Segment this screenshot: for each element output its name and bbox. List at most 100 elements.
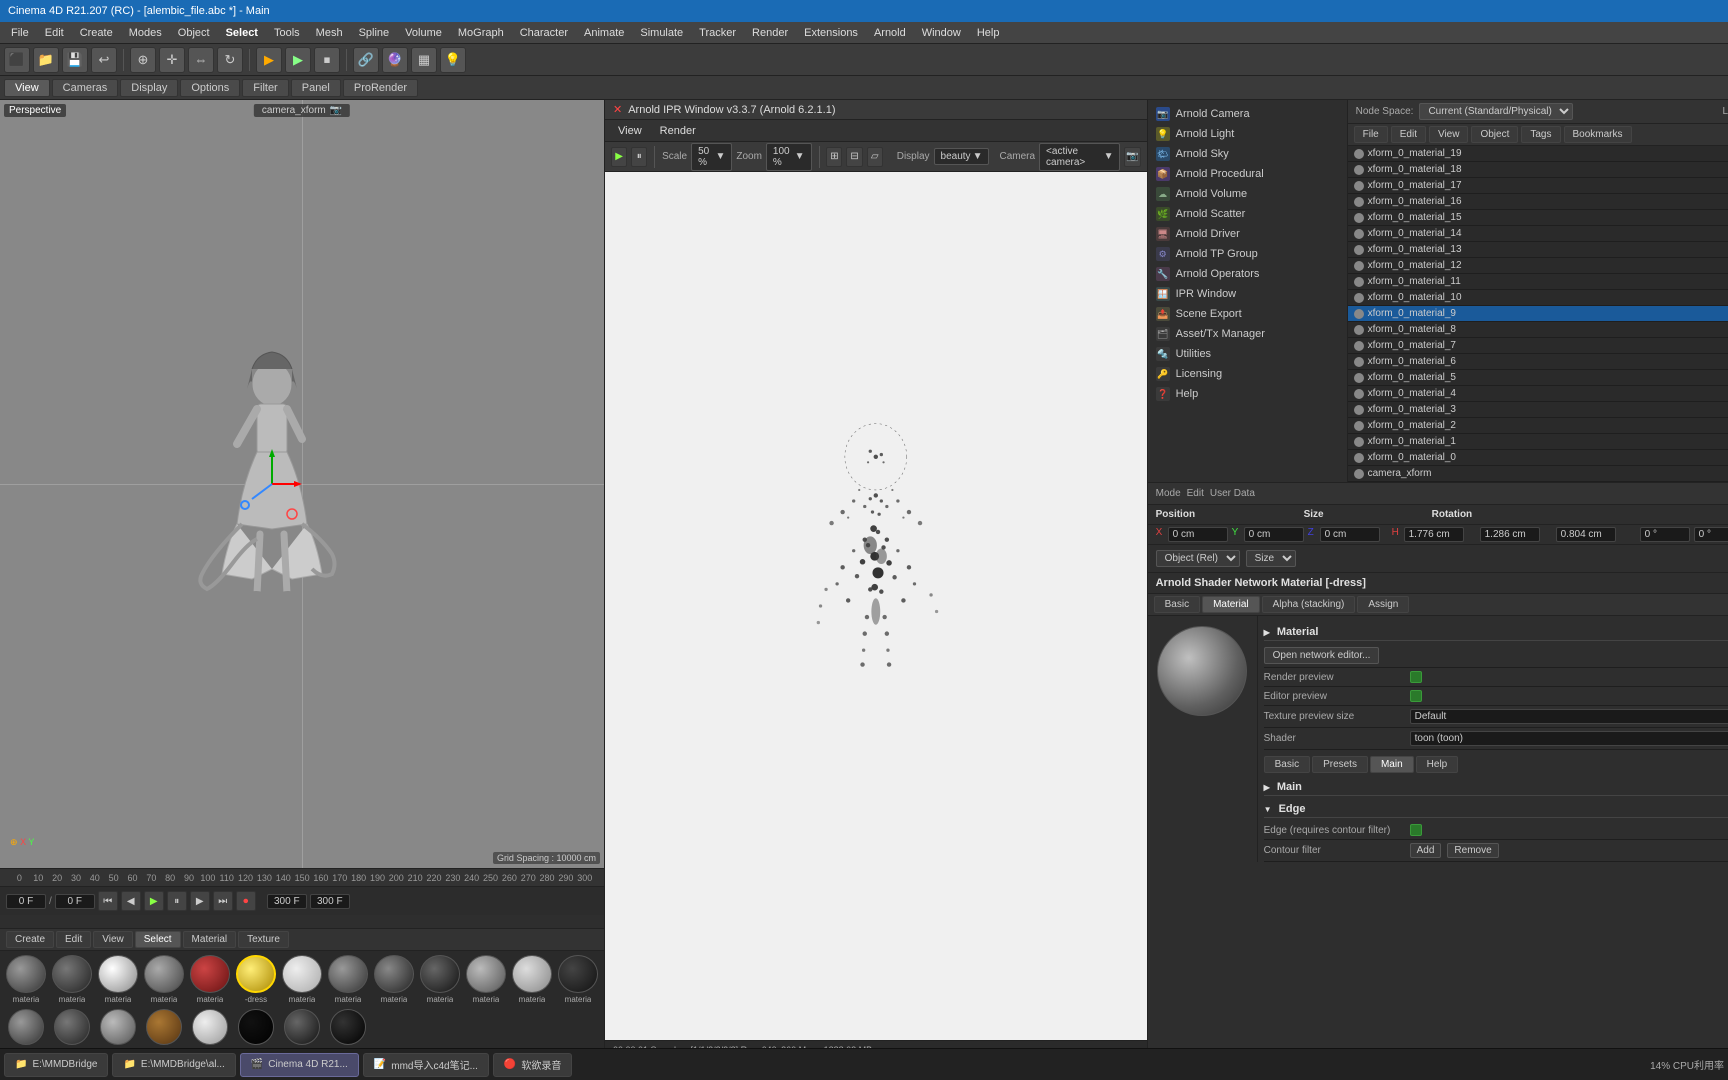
pos-y-value[interactable]: 0 cm [1244, 527, 1304, 542]
next-frame-btn[interactable]: ▶ [190, 891, 210, 911]
main-sub-tab-help[interactable]: Help [1416, 756, 1459, 773]
menu-arnold[interactable]: Arnold [867, 25, 913, 41]
menu-animate[interactable]: Animate [577, 25, 631, 41]
mat-item-10[interactable]: materia [464, 955, 508, 1003]
menu-character[interactable]: Character [513, 25, 575, 41]
mat-list-mat18[interactable]: xform_0_material_18 ✓ ✕ 🔒 [1348, 162, 1728, 178]
tb-grid-btn[interactable]: ▦ [411, 47, 437, 73]
mat-list-mat3[interactable]: xform_0_material_3 ✓ ✕ 🔒 [1348, 402, 1728, 418]
menu-modes[interactable]: Modes [122, 25, 169, 41]
editor-preview-checkbox[interactable] [1410, 690, 1422, 702]
tb-snap-btn[interactable]: 🔗 [353, 47, 379, 73]
mat-list-mat6[interactable]: xform_0_material_6 ✓ ✕ 🔒 [1348, 354, 1728, 370]
mat-list-mat8[interactable]: xform_0_material_8 ✓ ✕ 🔒 [1348, 322, 1728, 338]
tab-filter[interactable]: Filter [242, 79, 288, 97]
menu-render[interactable]: Render [745, 25, 795, 41]
mat-list-mat19[interactable]: xform_0_material_19 ✓ ✕ 🔒 [1348, 146, 1728, 162]
mat-list-mat14[interactable]: xform_0_material_14 ✓ ✕ 🔒 [1348, 226, 1728, 242]
tab-prorender[interactable]: ProRender [343, 79, 418, 97]
ipr-close-btn[interactable]: ✕ [613, 103, 622, 116]
render-preview-checkbox[interactable] [1410, 671, 1422, 683]
current-frame-box[interactable]: 0 F [6, 894, 46, 909]
mat-tab-texture[interactable]: Texture [238, 931, 289, 948]
ipr-display-selector[interactable]: beauty ▼ [934, 148, 990, 165]
ipr-snapshot-btn[interactable]: 📷 [1124, 147, 1140, 167]
menu-file[interactable]: File [4, 25, 36, 41]
mat-item-12[interactable]: materia [556, 955, 600, 1003]
node-tab-tags[interactable]: Tags [1521, 126, 1560, 143]
main-sub-tab-main[interactable]: Main [1370, 756, 1414, 773]
ipr-render-canvas[interactable] [605, 172, 1147, 1040]
mat-tab-view[interactable]: View [93, 931, 133, 948]
arnold-item-tp-group[interactable]: ⚙ Arnold TP Group [1148, 244, 1347, 264]
contour-add-btn[interactable]: Add [1410, 843, 1442, 858]
node-tab-view[interactable]: View [1429, 126, 1469, 143]
mat-tab-create[interactable]: Create [6, 931, 54, 948]
arnold-item-procedural[interactable]: 📦 Arnold Procedural [1148, 164, 1347, 184]
tab-display[interactable]: Display [120, 79, 178, 97]
ipr-compare-btn[interactable]: ▱ [867, 147, 883, 167]
viewport-3d[interactable]: Perspective camera_xform 📷 [0, 100, 604, 868]
tab-panel[interactable]: Panel [291, 79, 341, 97]
material-list[interactable]: xform_0_material_19 ✓ ✕ 🔒 xform_0_materi… [1348, 146, 1728, 482]
main-sub-tab-basic[interactable]: Basic [1264, 756, 1310, 773]
play-btn[interactable]: ▶ [144, 891, 164, 911]
arnold-item-volume[interactable]: ☁ Arnold Volume [1148, 184, 1347, 204]
menu-edit[interactable]: Edit [38, 25, 71, 41]
ipr-fit-btn[interactable]: ⊞ [826, 147, 842, 167]
node-tab-edit[interactable]: Edit [1391, 126, 1426, 143]
task-mmd[interactable]: 📝 mmd导入c4d笔记... [363, 1053, 489, 1077]
prev-frame-btn[interactable]: ◀ [121, 891, 141, 911]
mat-list-mat11[interactable]: xform_0_material_11 ✓ ✕ 🔒 [1348, 274, 1728, 290]
ipr-menu-view[interactable]: View [611, 123, 649, 139]
size-y-value[interactable]: 1.286 cm [1480, 527, 1540, 542]
mat-list-mat15[interactable]: xform_0_material_15 ✓ ✕ 🔒 [1348, 210, 1728, 226]
arnold-item-driver[interactable]: 🖥 Arnold Driver [1148, 224, 1347, 244]
props-tab-assign[interactable]: Assign [1357, 596, 1409, 613]
edge-requires-checkbox[interactable] [1410, 824, 1422, 836]
tb-undo-btn[interactable]: ↩ [91, 47, 117, 73]
mat-tab-material[interactable]: Material [183, 931, 237, 948]
menu-tools[interactable]: Tools [267, 25, 307, 41]
mat-list-cam[interactable]: camera_xform ✓ ✕ 🔒 [1348, 466, 1728, 482]
tb-stop-btn[interactable]: ⏹ [314, 47, 340, 73]
tab-options[interactable]: Options [180, 79, 240, 97]
tb-select-btn[interactable]: ⊕ [130, 47, 156, 73]
mat-list-mat0[interactable]: xform_0_material_0 ✓ ✕ 🔒 [1348, 450, 1728, 466]
start-frame-box[interactable]: 0 F [55, 894, 95, 909]
node-tab-object[interactable]: Object [1471, 126, 1518, 143]
mat-list-mat4[interactable]: xform_0_material_4 ✓ ✕ 🔒 [1348, 386, 1728, 402]
tb-ipr-btn[interactable]: ▶ [285, 47, 311, 73]
mat-list-mat5[interactable]: xform_0_material_5 ✓ ✕ 🔒 [1348, 370, 1728, 386]
mat-list-mat12[interactable]: xform_0_material_12 ✓ ✕ 🔒 [1348, 258, 1728, 274]
arnold-item-utilities[interactable]: 🔩 Utilities [1148, 344, 1347, 364]
node-tab-bookmarks[interactable]: Bookmarks [1564, 126, 1632, 143]
mat-list-mat10[interactable]: xform_0_material_10 ✓ ✕ 🔒 [1348, 290, 1728, 306]
ipr-play-btn[interactable]: ▶ [611, 147, 627, 167]
play-start-btn[interactable]: ⏮ [98, 891, 118, 911]
menu-mesh[interactable]: Mesh [309, 25, 350, 41]
mat-list-mat1[interactable]: xform_0_material_1 ✓ ✕ 🔒 [1348, 434, 1728, 450]
menu-select[interactable]: Select [219, 25, 265, 41]
node-tab-file[interactable]: File [1354, 126, 1388, 143]
tb-rotate-btn[interactable]: ↻ [217, 47, 243, 73]
props-tab-material[interactable]: Material [1202, 596, 1260, 613]
arnold-item-scatter[interactable]: 🌿 Arnold Scatter [1148, 204, 1347, 224]
mat-list-mat13[interactable]: xform_0_material_13 ✓ ✕ 🔒 [1348, 242, 1728, 258]
mat-tab-select[interactable]: Select [135, 931, 181, 948]
mat-item-8[interactable]: materia [372, 955, 416, 1003]
tex-preview-value[interactable]: Default [1410, 709, 1728, 724]
object-rel-selector[interactable]: Object (Rel) [1156, 550, 1240, 567]
play-end-btn[interactable]: ⏭ [213, 891, 233, 911]
total-frame-box[interactable]: 300 F [310, 894, 350, 909]
mat-item-6[interactable]: materia [280, 955, 324, 1003]
task-emmd[interactable]: 📁 E:\MMDBridge [4, 1053, 108, 1077]
menu-mograph[interactable]: MoGraph [451, 25, 511, 41]
menu-help[interactable]: Help [970, 25, 1007, 41]
mat-list-mat7[interactable]: xform_0_material_7 ✓ ✕ 🔒 [1348, 338, 1728, 354]
tb-magnet-btn[interactable]: 🔮 [382, 47, 408, 73]
menu-window[interactable]: Window [915, 25, 968, 41]
shader-value[interactable]: toon (toon) [1410, 731, 1728, 746]
ipr-camera-selector[interactable]: <active camera> ▼ [1039, 143, 1120, 171]
mat-list-mat2[interactable]: xform_0_material_2 ✓ ✕ 🔒 [1348, 418, 1728, 434]
